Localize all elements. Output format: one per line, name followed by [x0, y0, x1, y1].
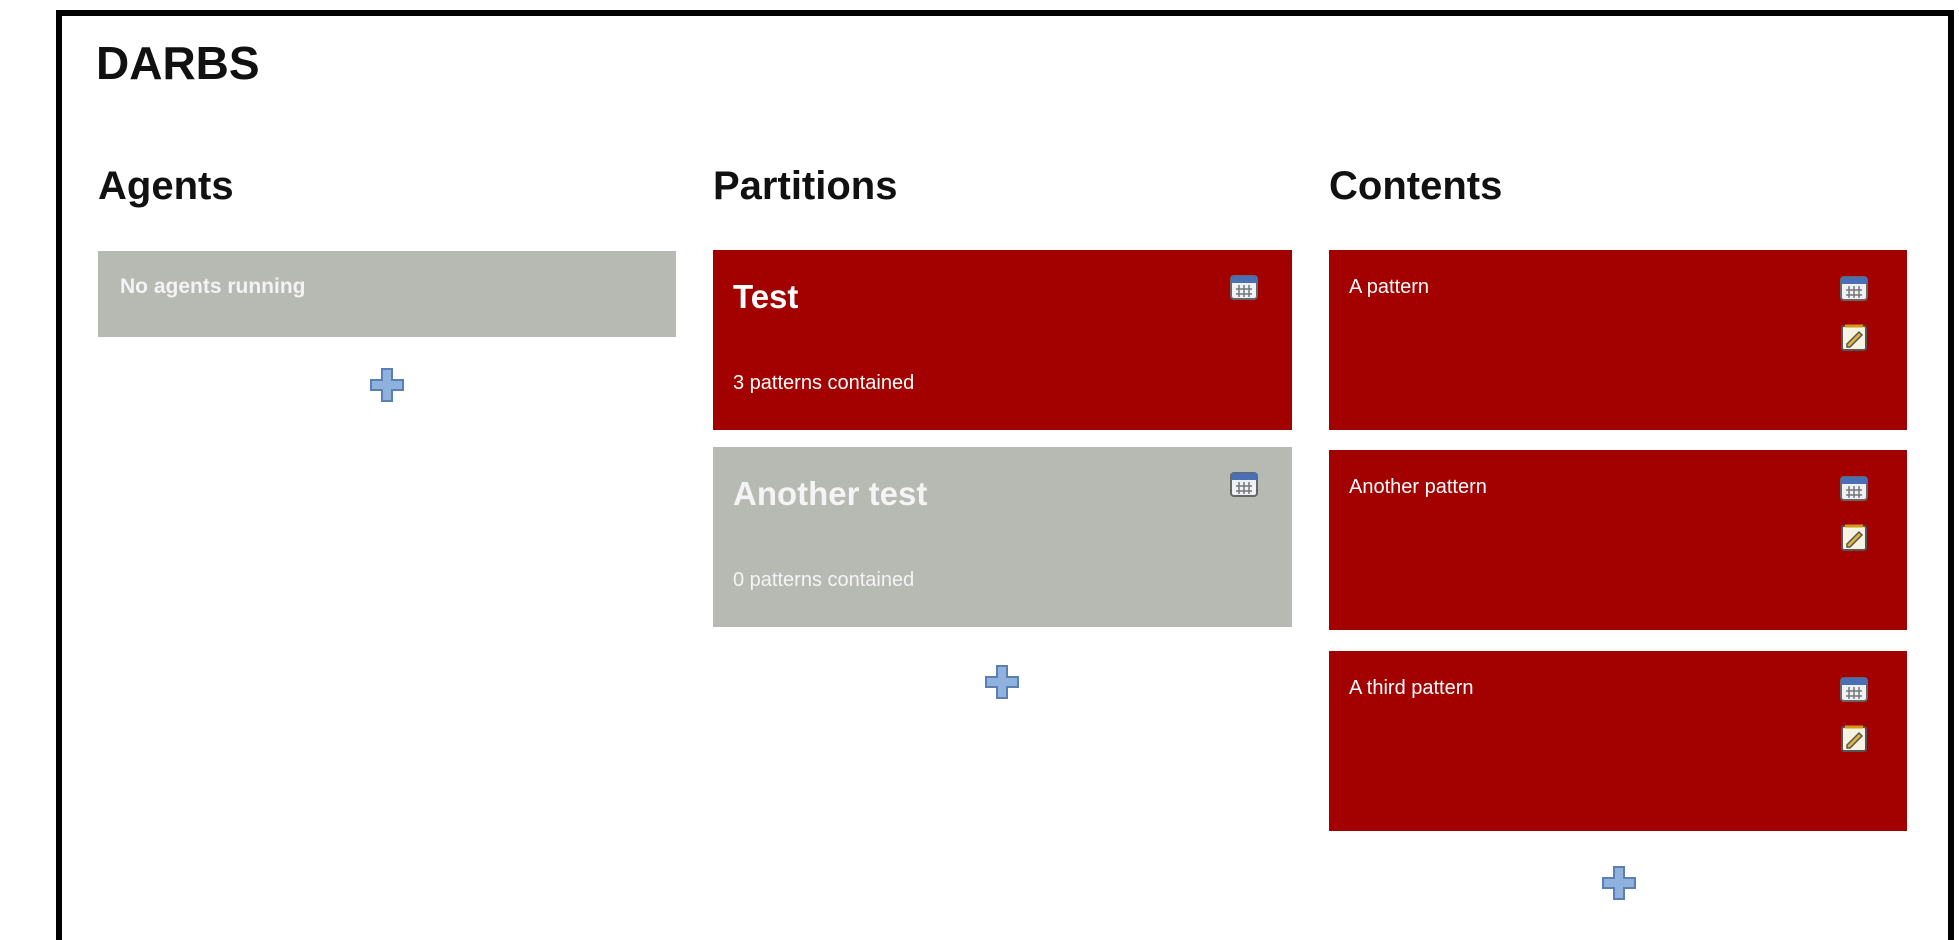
edit-icon[interactable]: [1839, 322, 1869, 352]
agents-empty-card: No agents running: [98, 251, 676, 337]
partition-card[interactable]: Test 3 patterns contained: [713, 250, 1292, 430]
add-partition-plus-icon[interactable]: [982, 662, 1022, 702]
calendar-icon[interactable]: [1839, 472, 1869, 502]
content-label: Another pattern: [1349, 476, 1487, 498]
partition-name: Another test: [733, 475, 928, 512]
partition-name: Test: [733, 278, 799, 315]
calendar-icon[interactable]: [1229, 271, 1259, 301]
app-title: DARBS: [96, 37, 260, 89]
edit-icon[interactable]: [1839, 522, 1869, 552]
add-agent-plus-icon[interactable]: [367, 365, 407, 405]
add-content-plus-icon[interactable]: [1599, 863, 1639, 903]
calendar-icon[interactable]: [1839, 272, 1869, 302]
contents-title: Contents: [1329, 164, 1503, 208]
edit-icon[interactable]: [1839, 723, 1869, 753]
partition-summary: 3 patterns contained: [733, 372, 915, 394]
agents-empty-message: No agents running: [120, 275, 306, 298]
agents-title: Agents: [98, 164, 234, 208]
calendar-icon[interactable]: [1839, 673, 1869, 703]
partitions-title: Partitions: [713, 164, 898, 208]
content-card[interactable]: Another pattern: [1329, 450, 1907, 630]
calendar-icon[interactable]: [1229, 468, 1259, 498]
content-label: A pattern: [1349, 276, 1430, 298]
content-card[interactable]: A pattern: [1329, 250, 1907, 430]
content-label: A third pattern: [1349, 677, 1474, 699]
app-window: DARBS Agents Partitions Contents No agen…: [56, 10, 1954, 940]
content-card[interactable]: A third pattern: [1329, 651, 1907, 831]
partition-card[interactable]: Another test 0 patterns contained: [713, 447, 1292, 627]
partition-summary: 0 patterns contained: [733, 569, 915, 591]
